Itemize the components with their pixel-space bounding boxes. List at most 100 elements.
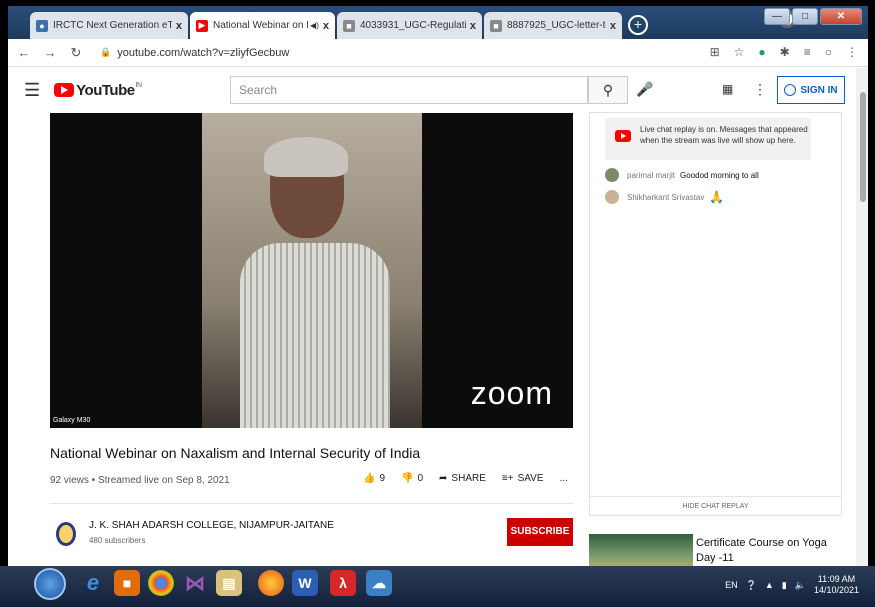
avatar[interactable] bbox=[605, 190, 619, 204]
search-button[interactable]: ⚲ bbox=[588, 76, 628, 104]
signal-icon[interactable]: ▮ bbox=[782, 580, 787, 591]
browser-menu-icon[interactable]: ⋮ bbox=[846, 45, 858, 59]
forward-icon[interactable]: → bbox=[40, 45, 60, 60]
irctc-icon: ● bbox=[36, 19, 48, 32]
share-label: SHARE bbox=[451, 473, 486, 484]
youtube-play-icon bbox=[54, 83, 75, 97]
zoom-watermark: zoom bbox=[470, 375, 553, 411]
apps-grid-icon[interactable]: ▦ bbox=[722, 82, 733, 96]
scrollbar-thumb[interactable] bbox=[860, 92, 866, 202]
url-text: youtube.com/watch?v=zliyfGecbuw bbox=[117, 46, 290, 59]
youtube-wordmark: YouTubeIN bbox=[76, 81, 142, 99]
clock[interactable]: 11:09 AM 14/10/2021 bbox=[814, 574, 859, 596]
chat-text: Goodod morning to all bbox=[680, 170, 759, 180]
hamburger-menu-icon[interactable]: ☰ bbox=[24, 80, 40, 101]
firefox-icon[interactable] bbox=[258, 570, 284, 596]
channel-name[interactable]: J. K. SHAH ADARSH COLLEGE, NIJAMPUR-JAIT… bbox=[89, 520, 334, 531]
chat-author[interactable]: parimal marjit bbox=[627, 171, 675, 180]
minimize-button[interactable]: — bbox=[764, 8, 790, 25]
internet-explorer-icon[interactable]: e bbox=[80, 570, 106, 596]
window-close-button[interactable]: ✕ bbox=[820, 8, 862, 25]
start-button[interactable] bbox=[34, 568, 66, 600]
thumbs-down-icon: 👎 bbox=[401, 473, 414, 484]
chat-author[interactable]: Shikharkant Srivastav bbox=[627, 193, 704, 202]
network-app-icon[interactable]: ☁ bbox=[366, 570, 392, 596]
visual-studio-icon[interactable]: ⋈ bbox=[182, 570, 208, 596]
tab-irctc[interactable]: ● IRCTC Next Generation eTicketin x bbox=[30, 12, 188, 39]
replay-notice-text: Live chat replay is on. Messages that ap… bbox=[640, 125, 808, 145]
install-icon[interactable]: ⊞ bbox=[710, 45, 720, 59]
bookmark-star-icon[interactable]: ☆ bbox=[734, 45, 745, 59]
url-field[interactable]: 🔒 youtube.com/watch?v=zliyfGecbuw bbox=[100, 47, 289, 59]
outlook-icon[interactable]: ■ bbox=[114, 570, 140, 596]
maximize-button[interactable]: □ bbox=[792, 8, 818, 25]
channel-avatar[interactable] bbox=[56, 522, 76, 546]
reading-list-icon[interactable]: ≡ bbox=[804, 45, 811, 59]
subscriber-count: 480 subscribers bbox=[89, 536, 146, 545]
new-tab-button[interactable]: + bbox=[628, 15, 648, 35]
document-icon: ■ bbox=[343, 19, 355, 32]
close-icon[interactable]: x bbox=[176, 20, 182, 32]
hide-chat-replay-button[interactable]: HIDE CHAT REPLAY bbox=[589, 496, 842, 516]
settings-more-icon[interactable]: ⋮ bbox=[753, 81, 767, 98]
system-tray: EN ❔ ▲ ▮ 🔈 11:09 AM 14/10/2021 bbox=[725, 574, 859, 596]
video-actions: 👍 9 👎 0 ➦ SHARE ≡+ SAVE ... bbox=[363, 473, 568, 484]
recommended-title[interactable]: Certificate Course on Yoga Day -11 bbox=[696, 536, 836, 566]
page-scrollbar[interactable] bbox=[856, 68, 868, 572]
dislike-count: 0 bbox=[417, 473, 424, 484]
close-icon[interactable]: x bbox=[323, 20, 329, 32]
avatar[interactable] bbox=[605, 168, 619, 182]
tab-label: 8887925_UGC-letter-to-State-Go bbox=[507, 20, 606, 31]
chat-replay-notice: Live chat replay is on. Messages that ap… bbox=[605, 118, 811, 160]
profile-avatar-icon[interactable]: ○ bbox=[825, 45, 832, 59]
file-explorer-icon[interactable]: ▤ bbox=[216, 570, 242, 596]
language-indicator[interactable]: EN bbox=[725, 580, 738, 590]
toolbar-icons: ⊞ ☆ ● ✱ ≡ ○ ⋮ bbox=[710, 45, 858, 59]
share-button[interactable]: ➦ SHARE bbox=[439, 473, 486, 484]
tab-ugc-letter[interactable]: ■ 8887925_UGC-letter-to-State-Go x bbox=[484, 12, 622, 39]
close-icon[interactable]: x bbox=[470, 20, 476, 32]
help-icon[interactable]: ❔ bbox=[746, 580, 757, 591]
browser-window: ● IRCTC Next Generation eTicketin x ▶ Na… bbox=[8, 6, 868, 572]
chat-message: Shikharkant Srivastav 🙏 bbox=[605, 190, 724, 204]
like-count: 9 bbox=[379, 473, 386, 484]
windows-taskbar: e ■ ⋈ ▤ W λ ☁ EN ❔ ▲ ▮ 🔈 11:09 AM 14/10/… bbox=[0, 566, 875, 607]
video-meta: 92 views • Streamed live on Sep 8, 2021 bbox=[50, 475, 230, 486]
back-icon[interactable]: ← bbox=[14, 45, 34, 60]
tab-national-webinar[interactable]: ▶ National Webinar on Naxali ◀) x bbox=[190, 12, 335, 39]
youtube-logo[interactable]: YouTubeIN bbox=[54, 81, 142, 99]
live-chat-panel: Live chat replay is on. Messages that ap… bbox=[589, 112, 842, 516]
dislike-button[interactable]: 👎 0 bbox=[401, 473, 423, 484]
video-player[interactable]: zoom Galaxy M30 bbox=[50, 113, 573, 428]
tab-ugc-regulation[interactable]: ■ 4033931_UGC-Regulation_min_C x bbox=[337, 12, 482, 39]
save-label: SAVE bbox=[517, 473, 544, 484]
reload-icon[interactable]: ↻ bbox=[66, 45, 86, 61]
search-input[interactable]: Search bbox=[230, 76, 588, 104]
word-icon[interactable]: W bbox=[292, 570, 318, 596]
tray-arrow-icon[interactable]: ▲ bbox=[765, 580, 774, 590]
lock-icon: 🔒 bbox=[100, 47, 112, 57]
speaker-image bbox=[240, 137, 390, 428]
extensions-icon[interactable]: ✱ bbox=[780, 45, 790, 59]
subscribe-button[interactable]: SUBSCRIBE bbox=[507, 518, 573, 546]
playlist-add-icon: ≡+ bbox=[501, 473, 514, 484]
save-button[interactable]: ≡+ SAVE bbox=[502, 473, 544, 484]
chat-text: 🙏 bbox=[709, 190, 725, 204]
acrobat-icon[interactable]: λ bbox=[330, 570, 356, 596]
youtube-icon: ▶ bbox=[196, 19, 208, 32]
sign-in-button[interactable]: SIGN IN bbox=[777, 76, 845, 104]
more-actions-button[interactable]: ... bbox=[560, 473, 568, 484]
clock-time: 11:09 AM bbox=[817, 574, 856, 584]
document-icon: ■ bbox=[490, 19, 502, 32]
sign-in-label: SIGN IN bbox=[800, 84, 838, 96]
microphone-icon[interactable]: 🎤 bbox=[636, 81, 653, 98]
like-button[interactable]: 👍 9 bbox=[363, 473, 385, 484]
tab-label: 4033931_UGC-Regulation_min_C bbox=[360, 20, 466, 31]
close-icon[interactable]: x bbox=[610, 20, 616, 32]
grammarly-icon[interactable]: ● bbox=[758, 45, 765, 59]
youtube-header: ☰ YouTubeIN Search ⚲ 🎤 ▦ ⋮ SIGN IN bbox=[8, 68, 868, 112]
volume-icon[interactable]: 🔈 bbox=[795, 580, 806, 591]
tab-label: IRCTC Next Generation eTicketin bbox=[53, 20, 172, 31]
chrome-icon[interactable] bbox=[148, 570, 174, 596]
audio-icon[interactable]: ◀) bbox=[310, 21, 319, 30]
